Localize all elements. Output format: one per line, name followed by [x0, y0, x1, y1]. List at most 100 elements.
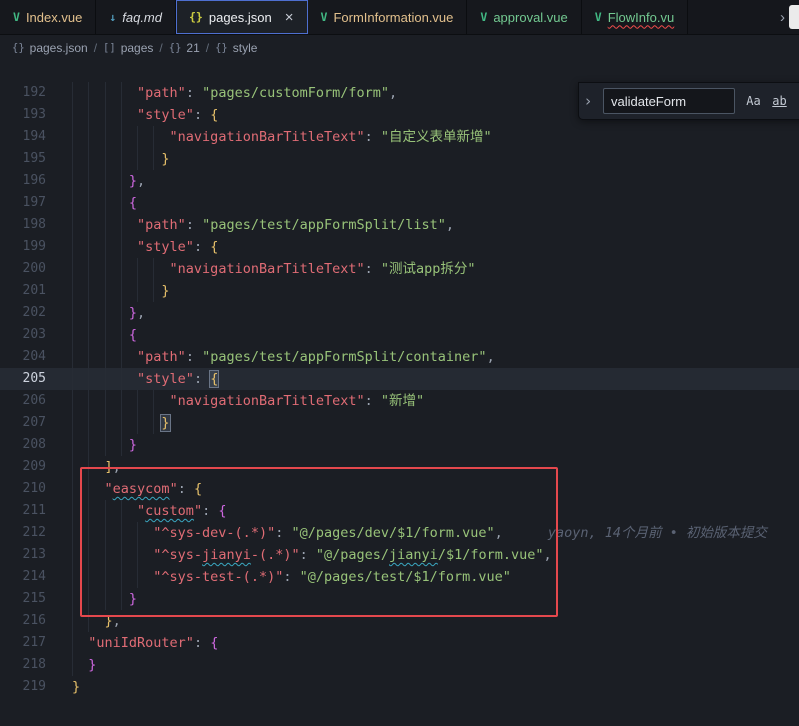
tab-pages-json[interactable]: {}pages.json×: [176, 0, 308, 34]
code-line: 215 }: [0, 588, 799, 610]
indent-guide: [121, 390, 122, 412]
code-line-content[interactable]: },: [72, 170, 799, 192]
indent-guide: [72, 258, 73, 280]
code-token: "自定义表单新增": [381, 129, 492, 145]
code-line-content[interactable]: "^sys-dev-(.*)": "@/pages/dev/$1/form.vu…: [72, 522, 799, 544]
code-line-content[interactable]: {: [72, 192, 799, 214]
indent-guide: [72, 544, 73, 566]
regex-icon[interactable]: .*: [795, 91, 799, 112]
tab-label: FormInformation.vue: [333, 10, 453, 25]
indent-guide: [121, 500, 122, 522]
code-line-content[interactable]: "navigationBarTitleText": "新增": [72, 390, 799, 412]
line-number: 217: [0, 632, 46, 654]
match-case-icon[interactable]: Aa: [743, 91, 764, 112]
indent-guide: [137, 390, 138, 412]
line-number: 201: [0, 280, 46, 302]
code-line-content[interactable]: }: [72, 148, 799, 170]
code-token: "path": [137, 217, 186, 233]
whole-word-icon[interactable]: ab: [769, 91, 790, 112]
tab-flowinfo-vu[interactable]: VFlowInfo.vu: [582, 0, 688, 34]
code-token: ]: [105, 459, 113, 475]
code-line-content[interactable]: }: [72, 654, 799, 676]
indent-guide: [105, 258, 106, 280]
indent-guide: [88, 456, 89, 478]
tab-approval-vue[interactable]: Vapproval.vue: [467, 0, 581, 34]
code-line: 196 },: [0, 170, 799, 192]
code-line-content[interactable]: }: [72, 588, 799, 610]
close-icon[interactable]: ×: [285, 10, 294, 25]
code-line: 214 "^sys-test-(.*)": "@/pages/test/$1/f…: [0, 566, 799, 588]
code-token: :: [300, 547, 316, 563]
breadcrumb-item-style[interactable]: {}style: [215, 41, 257, 55]
indent-guide: [105, 280, 106, 302]
indent-guide: [121, 368, 122, 390]
code-line: 205 "style": {: [0, 368, 799, 390]
chevron-expand-icon[interactable]: ›: [581, 90, 595, 112]
breadcrumb-item-pages[interactable]: []pages: [103, 41, 153, 55]
code-token: {: [210, 371, 218, 387]
code-line-content[interactable]: "style": {: [72, 368, 799, 390]
code-line-content[interactable]: "style": {: [72, 236, 799, 258]
code-line-content[interactable]: "navigationBarTitleText": "自定义表单新增": [72, 126, 799, 148]
indent-guide: [105, 236, 106, 258]
tab-forminformation-vue[interactable]: VFormInformation.vue: [308, 0, 468, 34]
code-line-content[interactable]: "navigationBarTitleText": "测试app拆分": [72, 258, 799, 280]
code-line-content[interactable]: }: [72, 434, 799, 456]
indent-guide: [72, 412, 73, 434]
code-line-content[interactable]: },: [72, 302, 799, 324]
find-input[interactable]: [603, 88, 735, 114]
indent-guide: [105, 192, 106, 214]
code-token: easycom: [113, 481, 170, 497]
indent-guide: [88, 588, 89, 610]
code-token: }: [72, 679, 80, 695]
code-line: 212 "^sys-dev-(.*)": "@/pages/dev/$1/for…: [0, 522, 799, 544]
code-token: ,: [446, 217, 454, 233]
chevron-right-icon[interactable]: ›: [780, 9, 785, 26]
code-token: ,: [113, 613, 121, 629]
code-token: }: [129, 305, 137, 321]
code-line-content[interactable]: {: [72, 324, 799, 346]
code-token: ": [170, 481, 178, 497]
indent-guide: [105, 544, 106, 566]
breadcrumb-item-21[interactable]: {} 21: [169, 41, 200, 55]
indent-guide: [153, 126, 154, 148]
indent-guide: [137, 280, 138, 302]
code-line-content[interactable]: }: [72, 412, 799, 434]
tab-faq-md[interactable]: ↓faq.md: [96, 0, 176, 34]
cutoff-panel[interactable]: [789, 5, 799, 29]
indent-guide: [72, 214, 73, 236]
breadcrumb-label: 21: [186, 41, 199, 55]
code-line-content[interactable]: }: [72, 676, 799, 698]
symbol-icon: {}: [169, 42, 182, 54]
tab-index-vue[interactable]: VIndex.vue: [0, 0, 96, 34]
code-token: :: [194, 107, 210, 123]
code-token: }: [161, 283, 169, 299]
code-line-content[interactable]: ],: [72, 456, 799, 478]
code-line-content[interactable]: "custom": {: [72, 500, 799, 522]
code-line-content[interactable]: }: [72, 280, 799, 302]
breadcrumb-item-pages-json[interactable]: {}pages.json: [12, 41, 88, 55]
code-line-content[interactable]: },: [72, 610, 799, 632]
code-line-content[interactable]: "^sys-test-(.*)": "@/pages/test/$1/form.…: [72, 566, 799, 588]
code-token: :: [194, 371, 210, 387]
indent-guide: [105, 500, 106, 522]
indent-guide: [121, 302, 122, 324]
line-number: 207: [0, 412, 46, 434]
code-token: "新增": [381, 393, 424, 409]
code-line-content[interactable]: "^sys-jianyi-(.*)": "@/pages/jianyi/$1/f…: [72, 544, 799, 566]
code-line-content[interactable]: "path": "pages/test/appFormSplit/list",: [72, 214, 799, 236]
line-number: 218: [0, 654, 46, 676]
code-lines: 192 "path": "pages/customForm/form",193 …: [0, 60, 799, 698]
indent-guide: [121, 324, 122, 346]
indent-guide: [121, 544, 122, 566]
code-token: "navigationBarTitleText": [170, 129, 365, 145]
indent-guide: [88, 566, 89, 588]
code-line-content[interactable]: "path": "pages/test/appFormSplit/contain…: [72, 346, 799, 368]
code-line-content[interactable]: "easycom": {: [72, 478, 799, 500]
code-token: "style": [137, 107, 194, 123]
code-line-content[interactable]: "uniIdRouter": {: [72, 632, 799, 654]
code-token: ": [194, 503, 202, 519]
indent-guide: [88, 236, 89, 258]
indent-guide: [105, 346, 106, 368]
tab-bar-tabs: VIndex.vue↓faq.md{}pages.json×VFormInfor…: [0, 0, 688, 34]
